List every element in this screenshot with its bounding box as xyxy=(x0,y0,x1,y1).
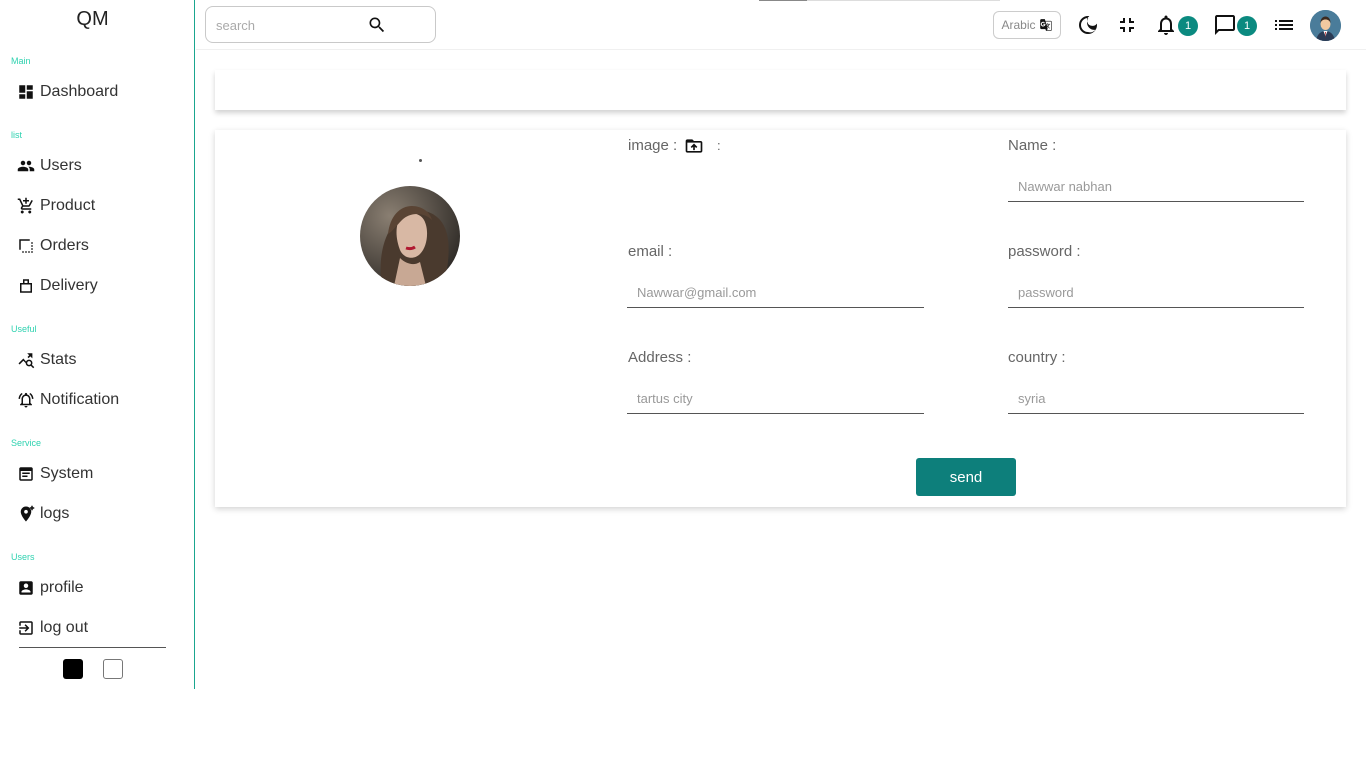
bell-ringing-icon xyxy=(18,392,34,408)
section-label-main: Main xyxy=(11,56,31,66)
app-logo: QM xyxy=(76,8,109,30)
sidebar-item-label: System xyxy=(40,465,94,482)
password-field[interactable] xyxy=(1008,278,1304,308)
sidebar-item-label: Stats xyxy=(40,351,77,368)
language-button[interactable]: Arabic xyxy=(993,11,1061,39)
search-input[interactable] xyxy=(216,16,366,34)
profile-photo xyxy=(360,186,460,286)
message-count-badge: 1 xyxy=(1237,16,1257,36)
sidebar-item-users[interactable]: Users xyxy=(17,154,82,178)
sidebar-item-dashboard[interactable]: Dashboard xyxy=(17,80,118,104)
name-label: Name : xyxy=(1008,137,1057,154)
password-label: password : xyxy=(1008,243,1081,260)
sidebar-item-label: Orders xyxy=(40,237,89,254)
dark-theme-swatch[interactable] xyxy=(63,659,83,679)
sidebar-item-product[interactable]: Product xyxy=(17,194,95,218)
email-field[interactable] xyxy=(627,278,924,308)
messages-chat-icon[interactable] xyxy=(1213,13,1237,37)
sidebar-item-label: Product xyxy=(40,197,96,214)
sidebar-item-label: log out xyxy=(40,619,89,636)
topbar: Arabic 1 1 xyxy=(196,0,1366,50)
language-label: Arabic xyxy=(1001,18,1036,32)
sidebar-item-label: Dashboard xyxy=(40,83,119,100)
image-filename-colon: : xyxy=(717,138,721,153)
notification-count-badge: 1 xyxy=(1178,16,1198,36)
sidebar-divider xyxy=(19,647,166,648)
address-field[interactable] xyxy=(627,384,924,414)
sidebar-item-delivery[interactable]: Delivery xyxy=(17,274,98,298)
upload-folder-icon[interactable] xyxy=(684,136,704,156)
system-window-icon xyxy=(19,467,33,481)
sidebar-item-profile[interactable]: profile xyxy=(17,576,84,600)
sidebar-item-label: Users xyxy=(40,157,82,174)
sidebar-item-label: logs xyxy=(40,505,70,522)
section-label-service: Service xyxy=(11,438,42,448)
section-label-useful: Useful xyxy=(11,324,37,334)
section-label-users: Users xyxy=(11,552,35,562)
light-theme-swatch[interactable] xyxy=(103,659,123,679)
notifications-bell-icon[interactable] xyxy=(1154,13,1178,37)
image-label: image : xyxy=(628,137,678,154)
stats-search-icon xyxy=(18,353,35,369)
sidebar-item-label: Notification xyxy=(40,391,120,408)
sidebar-item-notification[interactable]: Notification xyxy=(17,388,119,412)
translate-icon xyxy=(1039,19,1052,31)
logout-icon xyxy=(19,621,33,635)
search-icon[interactable] xyxy=(367,15,387,35)
exit-fullscreen-icon[interactable] xyxy=(1115,13,1139,37)
country-field[interactable] xyxy=(1008,384,1304,414)
sidebar-item-orders[interactable]: Orders xyxy=(17,234,89,258)
section-label-list: list xyxy=(11,130,22,140)
account-box-icon xyxy=(19,581,33,595)
sidebar: QM Main Dashboard list Users Product Ord… xyxy=(0,0,195,689)
country-label: country : xyxy=(1008,349,1066,366)
profile-form-card: image : : Name : email : password : Addr… xyxy=(215,130,1346,507)
search-box xyxy=(205,6,436,43)
sidebar-item-logout[interactable]: log out xyxy=(17,616,88,640)
avatar-person-icon xyxy=(1310,10,1341,41)
location-pin-icon xyxy=(20,505,35,522)
send-button[interactable]: send xyxy=(916,458,1016,496)
orders-icon xyxy=(19,239,33,253)
cart-icon xyxy=(17,197,33,214)
header-card xyxy=(215,70,1346,110)
delivery-box-icon xyxy=(20,279,32,293)
list-menu-icon[interactable] xyxy=(1272,13,1296,37)
profile-photo-image xyxy=(360,186,460,286)
sidebar-item-label: profile xyxy=(40,579,84,596)
sidebar-item-label: Delivery xyxy=(40,277,98,294)
address-label: Address : xyxy=(628,349,692,366)
sidebar-item-stats[interactable]: Stats xyxy=(17,348,76,372)
decorative-dot xyxy=(419,159,422,162)
email-label: email : xyxy=(628,243,673,260)
sidebar-item-logs[interactable]: logs xyxy=(17,502,69,526)
sidebar-item-system[interactable]: System xyxy=(17,462,93,486)
dark-mode-moon-icon[interactable] xyxy=(1076,13,1100,37)
loading-progress-fill xyxy=(759,0,807,1)
user-avatar[interactable] xyxy=(1310,10,1341,41)
loading-progress-track xyxy=(807,0,1000,1)
name-field[interactable] xyxy=(1008,172,1304,202)
dashboard-icon xyxy=(19,85,33,99)
people-icon xyxy=(17,160,35,172)
